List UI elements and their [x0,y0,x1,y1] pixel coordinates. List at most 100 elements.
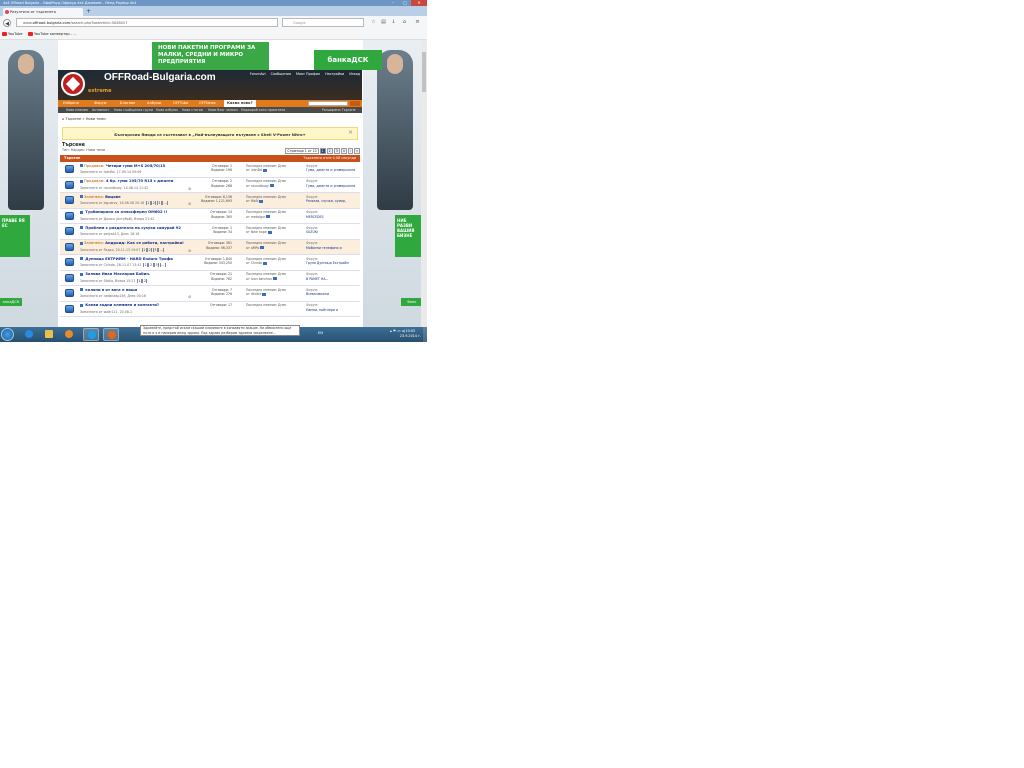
last-post-user[interactable]: от metalgur [246,215,265,219]
forum-link[interactable]: Мобилни телефони и [306,246,360,251]
pagination-next[interactable]: › [347,148,354,154]
new-post-icon[interactable] [80,257,83,260]
last-post-user[interactable]: от noundbuay [246,184,269,188]
nav-item[interactable]: Албуми [147,100,161,107]
nav-item[interactable]: OFFNews [199,100,216,107]
user-link[interactable]: Настройки [325,72,344,76]
show-desktop-button[interactable] [423,327,427,342]
last-post-user[interactable]: от Wolli [246,199,258,203]
pagination-label[interactable]: Страница 1 от 10 [285,148,319,154]
go-to-last-post-icon[interactable] [267,230,272,234]
thread-title[interactable]: Турбинирано за атмосферен ОМ602 !! [85,210,167,214]
thread-page-link[interactable]: ... [162,201,169,205]
bookmark-youtube[interactable]: YouTube [2,30,23,39]
forum-link[interactable]: Всевъзможни [306,292,360,297]
thread-page-link[interactable]: ... [158,247,165,252]
thread-starter[interactable]: Започната от wadr111, 20-08-1 [80,310,132,314]
thread-starter[interactable]: Започната от jaguarov, 16-06-08 20:18 [80,201,144,205]
site-logo-icon[interactable] [61,72,85,96]
taskbar-explorer-icon[interactable] [41,328,57,341]
last-post-user[interactable]: от oMPo [246,246,259,250]
thread-page-link[interactable]: 1 [145,201,151,205]
right-side-ad[interactable]: НИЕ РАЗВИ ВАШИЯ БИЗНЕ банк [363,40,421,327]
bank-ad[interactable]: банкаДСК [314,50,382,70]
user-link[interactable]: ForumAvi [250,72,266,76]
go-to-last-post-icon[interactable] [269,184,274,188]
search-input[interactable]: Google [282,18,364,27]
new-post-icon[interactable] [80,164,83,167]
new-tab-button[interactable]: + [86,9,91,15]
thread-starter[interactable]: Започната от Радко, 20-11-13 19:07 [80,248,140,252]
thread-title[interactable]: Вицове [105,195,121,199]
download-icon[interactable]: ↓ [390,19,397,26]
address-bar[interactable]: www.offroad-bulgaria.com/search.php?sear… [16,18,278,27]
nav-item[interactable]: Форум [94,100,106,107]
thread-title[interactable]: Дупница EKTPИЙМ - HARD Enduro Трофи [85,257,173,261]
go-to-last-post-icon[interactable] [262,292,267,296]
go-to-last-post-icon[interactable] [259,199,264,203]
taskbar-skype-icon[interactable] [83,328,99,341]
thread-starter[interactable]: Започната от Chinda, 28-11-07 13:41 [80,263,141,267]
pagination-last[interactable]: » [354,148,360,154]
new-post-icon[interactable] [80,195,83,198]
thread-starter[interactable]: Започната от nadsnadp136, Днес 00:16 [80,294,146,298]
thread-row[interactable]: Продавам: Четири гуми M+S 205/70/15 Започ… [60,162,360,178]
clipboard-icon[interactable]: ▤ [380,19,387,26]
forum-link[interactable]: Лампи, найтлери и [306,308,360,313]
thread-row[interactable]: Залива Иван Масларов Бабин. Започната от … [60,270,360,286]
taskbar-firefox-icon[interactable] [103,328,119,341]
thread-starter[interactable]: Започната от Джоси (Ахтубой), Вчера 21:4… [80,217,154,221]
back-button[interactable]: ◀ [3,19,11,27]
star-icon[interactable]: ☆ [370,19,377,26]
home-icon[interactable]: ⌂ [401,19,408,26]
thread-title[interactable]: коляни в от вога е ниша [85,288,137,292]
new-post-icon[interactable] [80,303,83,307]
thread-page-link[interactable]: 2 [148,263,154,267]
browser-tab-active[interactable]: Резултати от търсенето [3,8,83,16]
thread-row[interactable]: Турбинирано за атмосферен ОМ602 !! Започн… [60,208,360,224]
thread-row[interactable]: Залепена: Вицове Започната от jaguarov, 1… [60,193,360,209]
nav-item-active[interactable]: Какво ново? [224,100,256,107]
go-to-last-post-icon[interactable] [273,277,278,281]
new-post-icon[interactable] [80,210,83,214]
new-post-icon[interactable] [80,272,83,276]
go-to-last-post-icon[interactable] [262,168,267,172]
user-link[interactable]: Моят Профил [296,72,320,76]
thread-row[interactable]: Проблем с раздатката на сузуки самурай 9… [60,224,360,240]
menu-icon[interactable]: ≡ [414,19,421,26]
go-to-last-post-icon[interactable] [260,246,265,250]
new-post-icon[interactable] [80,288,83,291]
thread-page-link[interactable]: ... [159,263,166,267]
nav-item[interactable]: OFFTube [173,100,188,107]
scrollbar-thumb[interactable] [422,52,426,92]
forum-link[interactable]: В PAMET НА... [306,277,360,282]
thread-replies[interactable]: Отговори: 17 [198,303,232,308]
thread-starter[interactable]: Започната от ivanBd, 17-09-14 09:06 [80,170,141,174]
thread-title[interactable]: Четири гуми M+S 205/70/15 [106,164,165,168]
thread-page-link[interactable]: 2 [151,201,157,205]
last-post-user[interactable]: от Ivan kanchov [246,277,272,281]
last-post-user[interactable]: от dhrdre [246,292,261,296]
taskbar-media-icon[interactable] [61,328,77,341]
pagination-page[interactable]: 2 [326,148,333,154]
nav-item[interactable]: Избрано [63,100,79,107]
go-to-last-post-icon[interactable] [262,261,267,265]
last-post-user[interactable]: от New hope [246,230,267,234]
clock[interactable]: 10:05 23.9.2014 г. [400,329,421,338]
thread-title[interactable]: Андроид: Как се работи, настройки! [105,241,184,245]
left-side-ad[interactable]: ПРАВЕ ЯЯ ЕС анкаДСК [0,40,58,327]
thread-starter[interactable]: Започната от petyo413, Днес 18:16 [80,232,139,236]
forum-link[interactable]: Разкази, случки, хумор, [306,199,360,204]
thread-row[interactable]: Дупница EKTPИЙМ - HARD Enduro Трофи Започ… [60,255,360,271]
go-to-last-post-icon[interactable] [266,215,271,219]
pagination-page[interactable]: 3 [333,148,340,154]
nav-item[interactable]: Блогове [120,100,135,107]
home-icon[interactable]: ⌂ [62,117,64,121]
new-post-icon[interactable] [80,179,83,183]
thread-title[interactable]: Залива Иван Масларов Бабин. [85,272,150,276]
thread-row[interactable]: Какви задни клеммен и контакти? Започната… [60,301,360,317]
thread-row[interactable]: коляни в от вога е ниша Започната от nads… [60,286,360,302]
forum-search-input[interactable] [308,101,348,106]
forum-link[interactable]: Гуми, джанти и универсални [306,168,360,173]
thread-page-link[interactable]: 3 [154,263,160,267]
